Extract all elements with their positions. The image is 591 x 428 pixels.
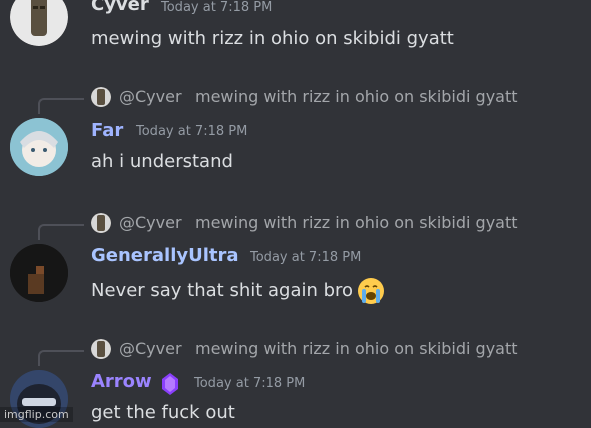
message-content: ah i understand (91, 151, 233, 172)
message-text: Never say that shit again bro (91, 280, 354, 301)
reply-avatar[interactable] (91, 87, 111, 107)
reply-preview-text[interactable]: mewing with rizz in ohio on skibidi gyat… (195, 339, 518, 358)
reply-preview-text[interactable]: mewing with rizz in ohio on skibidi gyat… (195, 87, 518, 106)
avatar[interactable] (10, 244, 68, 302)
moai-avatar-icon (91, 87, 111, 107)
loudly-crying-face-icon (358, 278, 385, 304)
moai-avatar-icon (10, 0, 68, 46)
reply-mention[interactable]: @Cyver (119, 339, 182, 358)
timestamp: Today at 7:18 PM (250, 250, 362, 265)
message-content: Never say that shit again bro (91, 277, 385, 305)
avatar[interactable] (10, 118, 68, 176)
username[interactable]: Far (91, 120, 123, 141)
watermark: imgflip.com (0, 407, 73, 422)
message-content: get the fuck out (91, 402, 235, 423)
moai-avatar-icon (91, 339, 111, 359)
username[interactable]: Arrow (91, 371, 152, 392)
reply-connector (38, 98, 84, 114)
timestamp: Today at 7:18 PM (136, 124, 248, 139)
avatar[interactable] (10, 0, 68, 46)
reply-avatar[interactable] (91, 213, 111, 233)
reply-mention[interactable]: @Cyver (119, 213, 182, 232)
username[interactable]: Cyver (91, 0, 149, 15)
anime-avatar-icon (10, 118, 68, 176)
dark-avatar-icon (10, 244, 68, 302)
purple-gem-icon[interactable] (162, 373, 178, 395)
moai-avatar-icon (91, 213, 111, 233)
reply-preview-text[interactable]: mewing with rizz in ohio on skibidi gyat… (195, 213, 518, 232)
reply-connector (38, 350, 84, 366)
reply-avatar[interactable] (91, 339, 111, 359)
reply-connector (38, 224, 84, 240)
message-content: mewing with rizz in ohio on skibidi gyat… (91, 28, 454, 49)
reply-mention[interactable]: @Cyver (119, 87, 182, 106)
username[interactable]: GenerallyUltra (91, 245, 239, 266)
timestamp: Today at 7:18 PM (194, 376, 306, 391)
timestamp: Today at 7:18 PM (161, 0, 273, 15)
